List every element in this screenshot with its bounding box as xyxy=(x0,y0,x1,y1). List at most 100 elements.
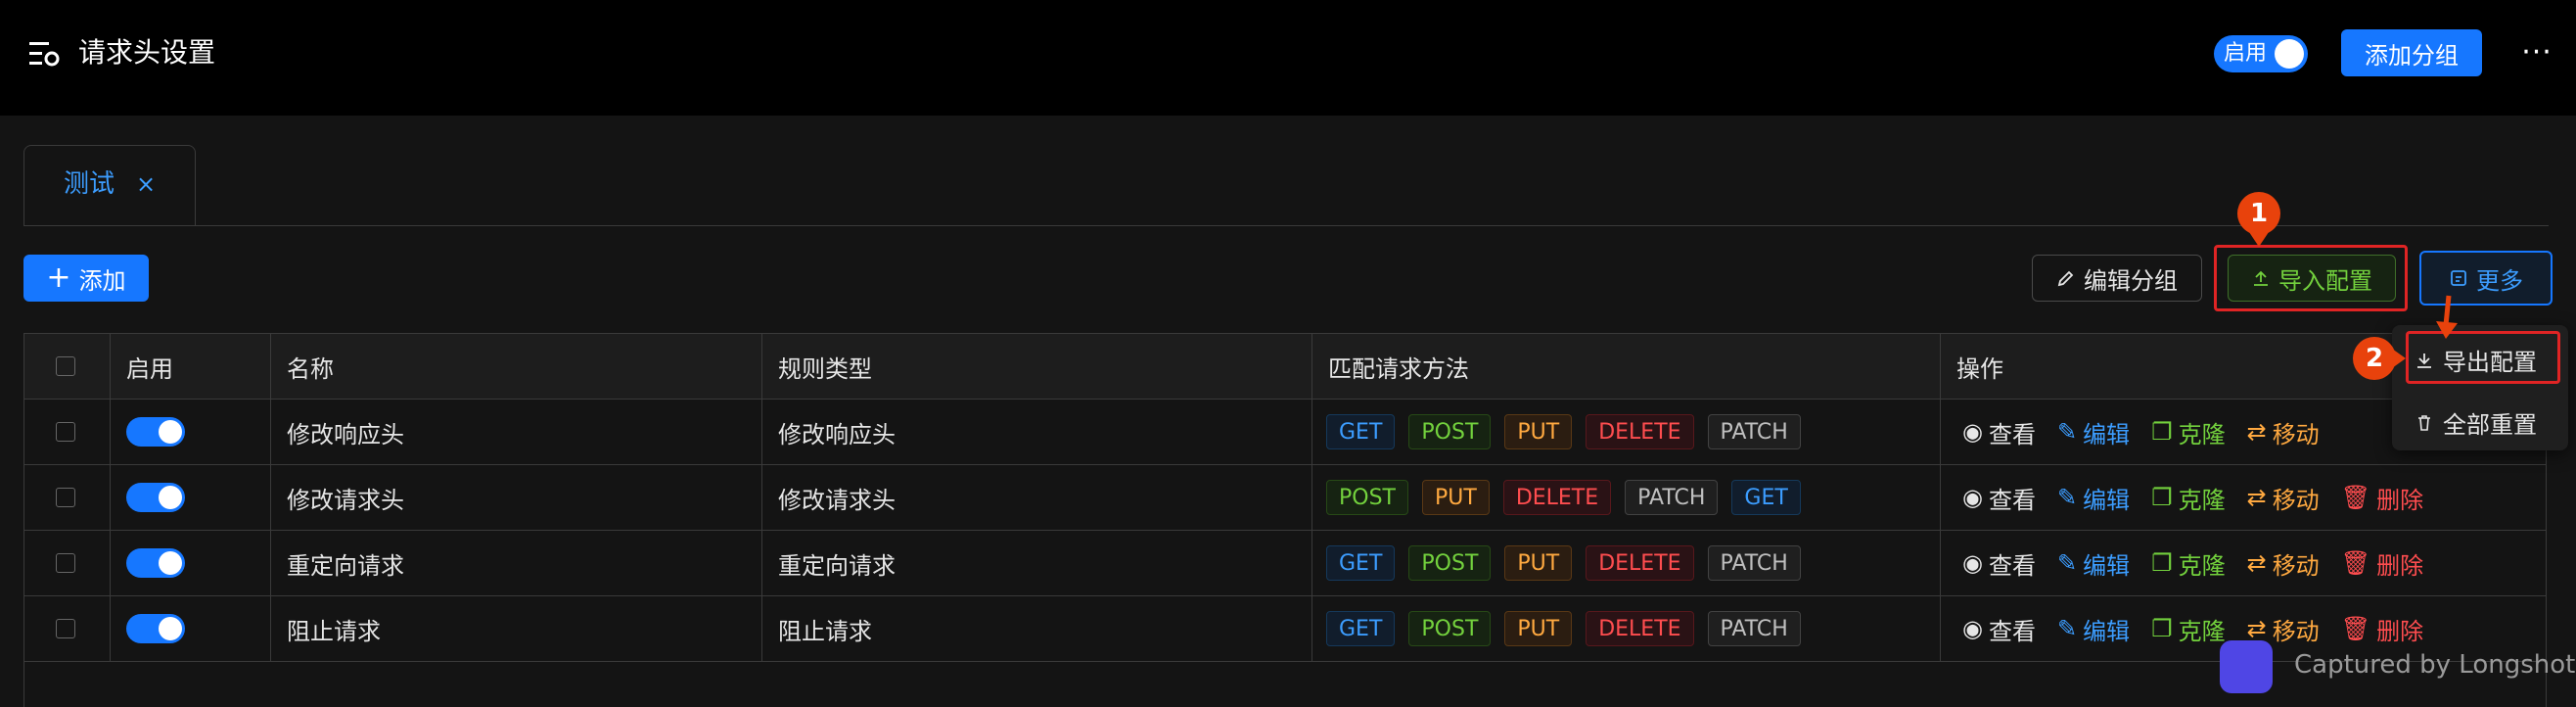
table-row: 修改响应头 修改响应头 GET POST PUT DELETE PATCH ◉ 查… xyxy=(24,400,2546,465)
col-type: 规则类型 xyxy=(762,334,1312,399)
table-row: 修改请求头 修改请求头 POST PUT DELETE PATCH GET ◉ 查… xyxy=(24,465,2546,531)
more-label: 更多 xyxy=(2476,266,2523,295)
app-header: 请求头设置 启用 添加分组 ··· xyxy=(0,0,2576,116)
menu-icon[interactable] xyxy=(27,37,61,71)
method-tag-put: PUT xyxy=(1504,611,1573,646)
method-tag-post: POST xyxy=(1408,414,1492,449)
rule-name: 修改请求头 xyxy=(271,465,762,530)
upload-icon xyxy=(2254,270,2268,286)
row-checkbox[interactable] xyxy=(56,619,75,638)
arrow-down-icon xyxy=(2436,295,2458,339)
method-tag-get: GET xyxy=(1326,414,1396,449)
method-tag-delete: DELETE xyxy=(1502,480,1612,515)
move-icon: ⇄ xyxy=(2246,549,2267,577)
method-tag-get: GET xyxy=(1326,611,1396,646)
more-dropdown-menu: 导出配置 全部重置 xyxy=(2392,325,2568,450)
move-button[interactable]: ⇄ 移动 xyxy=(2247,481,2320,515)
method-tags: GET POST PUT DELETE PATCH xyxy=(1312,596,1941,661)
edit-group-label: 编辑分组 xyxy=(2084,266,2178,295)
method-tag-put: PUT xyxy=(1504,545,1573,581)
add-group-button[interactable]: 添加分组 xyxy=(2341,29,2482,76)
reset-all-item[interactable]: 全部重置 xyxy=(2415,405,2537,440)
edit-icon: ✎ xyxy=(2056,549,2078,577)
rule-type: 重定向请求 xyxy=(762,531,1312,595)
table-header: 启用 名称 规则类型 匹配请求方法 操作 xyxy=(24,334,2546,400)
row-checkbox[interactable] xyxy=(56,488,75,507)
move-icon: ⇄ xyxy=(2246,418,2267,446)
view-button[interactable]: ◉ 查看 xyxy=(1962,415,2036,449)
select-all-checkbox[interactable] xyxy=(56,356,75,376)
more-menu-icon xyxy=(2451,270,2466,286)
method-tag-delete: DELETE xyxy=(1586,414,1694,449)
import-config-label: 导入配置 xyxy=(2278,266,2372,295)
method-tag-delete: DELETE xyxy=(1586,545,1694,581)
move-icon: ⇄ xyxy=(2246,615,2267,642)
method-tag-post: POST xyxy=(1326,480,1408,515)
method-tag-patch: PATCH xyxy=(1707,545,1801,581)
delete-button[interactable]: 🗑 删除 xyxy=(2341,481,2423,515)
rule-type: 修改请求头 xyxy=(762,465,1312,530)
copy-icon: ❐ xyxy=(2151,615,2173,642)
close-icon[interactable]: × xyxy=(136,167,156,201)
table-row: 重定向请求 重定向请求 GET POST PUT DELETE PATCH ◉ 查… xyxy=(24,531,2546,596)
rule-name: 修改响应头 xyxy=(271,400,762,464)
move-button[interactable]: ⇄ 移动 xyxy=(2247,546,2320,581)
copy-icon: ❐ xyxy=(2151,484,2173,511)
step-2-badge: 2 xyxy=(2353,337,2396,380)
edit-icon: ✎ xyxy=(2056,615,2078,642)
view-button[interactable]: ◉ 查看 xyxy=(1962,481,2036,515)
enable-switch[interactable] xyxy=(126,548,185,578)
edit-button[interactable]: ✎ 编辑 xyxy=(2057,415,2130,449)
more-options-icon[interactable]: ··· xyxy=(2517,33,2556,72)
delete-button[interactable]: 🗑 删除 xyxy=(2341,546,2423,581)
enable-switch[interactable] xyxy=(126,483,185,512)
page-title: 请求头设置 xyxy=(78,36,216,69)
move-button[interactable]: ⇄ 移动 xyxy=(2247,415,2320,449)
copy-icon: ❐ xyxy=(2151,418,2173,446)
clone-button[interactable]: ❐ 克隆 xyxy=(2151,546,2226,581)
row-checkbox[interactable] xyxy=(56,553,75,573)
tab-test[interactable]: 测试 × xyxy=(23,145,196,225)
edit-button[interactable]: ✎ 编辑 xyxy=(2057,612,2130,646)
clone-button[interactable]: ❐ 克隆 xyxy=(2151,481,2226,515)
method-tag-patch: PATCH xyxy=(1707,611,1801,646)
clone-button[interactable]: ❐ 克隆 xyxy=(2151,612,2226,646)
row-actions: ◉ 查看 ✎ 编辑 ❐ 克隆 ⇄ 移动 🗑 删除 xyxy=(1941,531,2546,595)
download-icon xyxy=(2417,353,2431,368)
method-tags: POST PUT DELETE PATCH GET xyxy=(1312,465,1941,530)
tab-label: 测试 xyxy=(64,169,115,199)
edit-button[interactable]: ✎ 编辑 xyxy=(2057,546,2130,581)
row-checkbox[interactable] xyxy=(56,422,75,442)
delete-button[interactable]: 🗑 删除 xyxy=(2341,612,2423,646)
table-row: 阻止请求 阻止请求 GET POST PUT DELETE PATCH ◉ 查看 … xyxy=(24,596,2546,662)
reset-all-label: 全部重置 xyxy=(2443,411,2537,439)
rule-type: 修改响应头 xyxy=(762,400,1312,464)
view-button[interactable]: ◉ 查看 xyxy=(1962,546,2036,581)
eye-icon: ◉ xyxy=(1962,418,1983,446)
method-tag-get: GET xyxy=(1731,480,1801,515)
method-tag-get: GET xyxy=(1326,545,1396,581)
enable-switch[interactable] xyxy=(126,614,185,643)
trash-icon: 🗑 xyxy=(2340,484,2371,511)
rule-name: 重定向请求 xyxy=(271,531,762,595)
enable-toggle[interactable]: 启用 xyxy=(2214,35,2308,72)
eye-icon: ◉ xyxy=(1962,615,1983,642)
clone-button[interactable]: ❐ 克隆 xyxy=(2151,415,2226,449)
edit-button[interactable]: ✎ 编辑 xyxy=(2057,481,2130,515)
copy-icon: ❐ xyxy=(2151,549,2173,577)
edit-group-button[interactable]: 编辑分组 xyxy=(2032,255,2202,302)
method-tag-patch: PATCH xyxy=(1707,414,1801,449)
method-tag-post: POST xyxy=(1408,611,1492,646)
import-config-button[interactable]: 导入配置 xyxy=(2228,255,2396,302)
col-methods: 匹配请求方法 xyxy=(1312,334,1941,399)
trash-icon: 🗑 xyxy=(2340,615,2371,642)
enable-toggle-label: 启用 xyxy=(2224,41,2268,66)
enable-switch[interactable] xyxy=(126,417,185,447)
export-config-item[interactable]: 导出配置 xyxy=(2415,343,2537,377)
step-1-pointer-icon xyxy=(2247,229,2271,247)
add-rule-button[interactable]: + 添加 xyxy=(23,255,149,302)
view-button[interactable]: ◉ 查看 xyxy=(1962,612,2036,646)
rule-name: 阻止请求 xyxy=(271,596,762,661)
edit-icon: ✎ xyxy=(2056,484,2078,511)
method-tags: GET POST PUT DELETE PATCH xyxy=(1312,531,1941,595)
